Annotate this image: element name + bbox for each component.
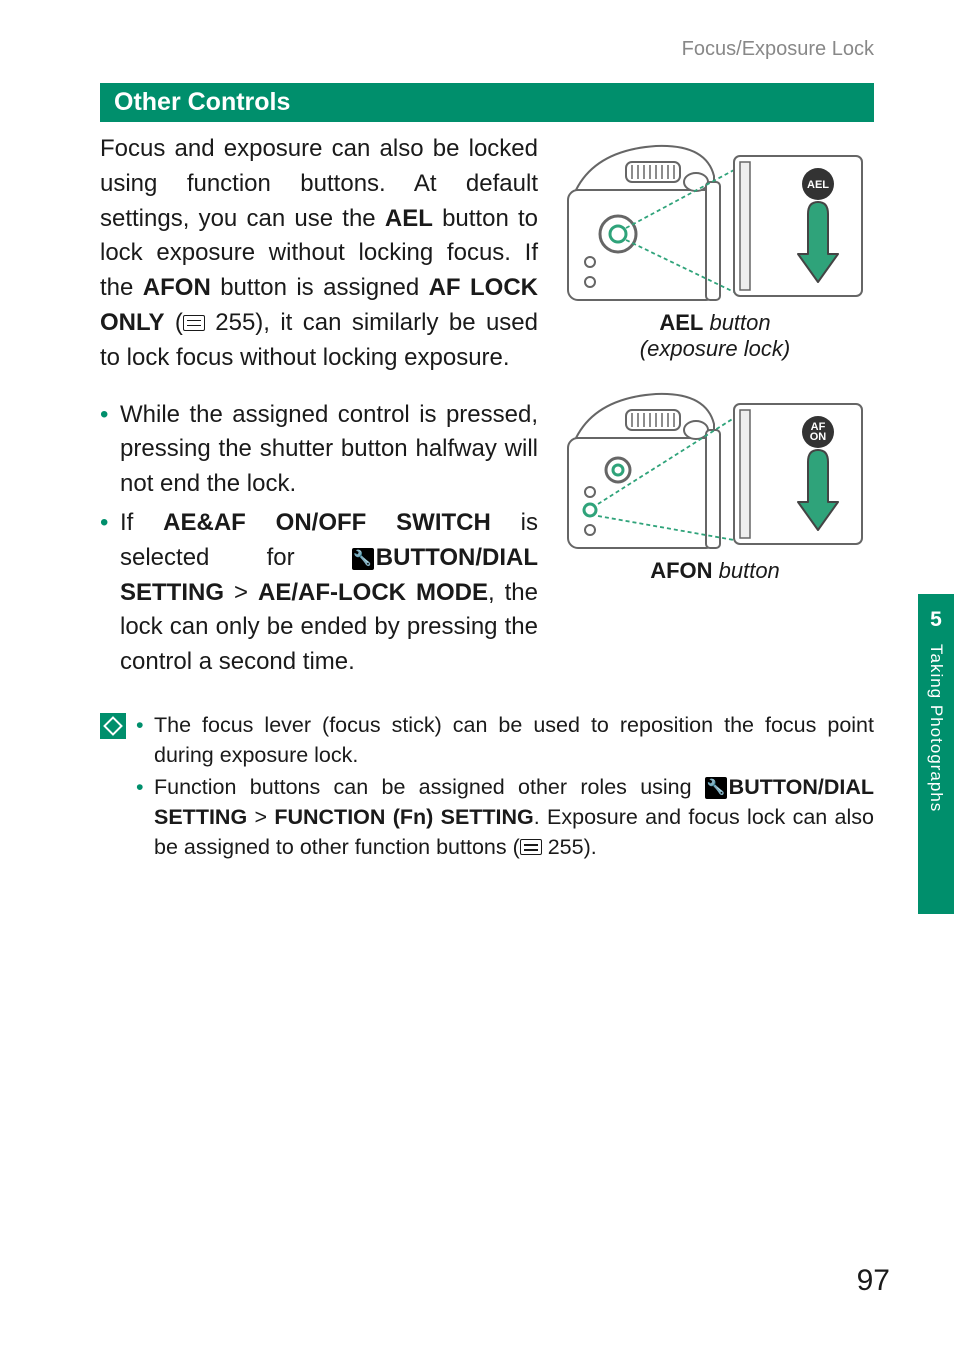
page-ref-icon [520, 839, 542, 855]
caption-italic: button [703, 310, 770, 335]
chapter-number: 5 [930, 608, 942, 632]
intro-text: ( [164, 309, 182, 336]
note-text: The focus lever (focus stick) can be use… [154, 713, 874, 767]
gt: > [247, 805, 274, 829]
gt: > [224, 579, 258, 606]
page-ref: 255). [542, 835, 597, 859]
afon-label: AFON [143, 274, 211, 301]
intro-text: button is assigned [211, 274, 429, 301]
note-item: Function buttons can be assigned other r… [136, 772, 874, 862]
camera-afon-illustration: AF ON [556, 380, 874, 556]
bullet-text: If [120, 509, 163, 536]
bullet-item: If AE&AF ON/OFF SWITCH is selected for 🔧… [100, 506, 538, 680]
note-item: The focus lever (focus stick) can be use… [136, 710, 874, 770]
bullet-text: While the assigned control is pressed, p… [120, 401, 538, 498]
aeaflock-mode-label: AE/AF-LOCK MODE [258, 579, 488, 606]
afon-caption: AFON button [650, 558, 780, 584]
caption-italic: button [713, 558, 780, 583]
ael-button-label: AEL [807, 179, 829, 191]
tip-icon [100, 713, 126, 739]
note-text: Function buttons can be assigned other r… [154, 775, 705, 799]
caption-bold: AFON [650, 558, 712, 583]
chapter-tab: 5 Taking Photographs [918, 594, 954, 914]
ael-label: AEL [385, 205, 433, 232]
aeaf-switch-label: AE&AF ON/OFF SWITCH [163, 509, 491, 536]
running-head: Focus/Exposure Lock [100, 38, 954, 61]
page-ref-icon [183, 315, 205, 331]
bullet-item: While the assigned control is pressed, p… [100, 398, 538, 502]
section-heading: Other Controls [100, 83, 874, 122]
wrench-icon: 🔧 [352, 548, 374, 570]
intro-paragraph: Focus and exposure can also be locked us… [100, 132, 538, 376]
afon-button-label-2: ON [810, 431, 827, 443]
caption-sub: (exposure lock) [640, 336, 790, 361]
ael-caption: AEL button (exposure lock) [640, 310, 790, 362]
fn-setting-label: FUNCTION (Fn) SETTING [274, 805, 533, 829]
caption-bold: AEL [659, 310, 703, 335]
camera-ael-illustration: AEL [556, 132, 874, 308]
wrench-icon: 🔧 [705, 777, 727, 799]
page-number: 97 [857, 1264, 890, 1298]
chapter-title: Taking Photographs [926, 644, 946, 812]
